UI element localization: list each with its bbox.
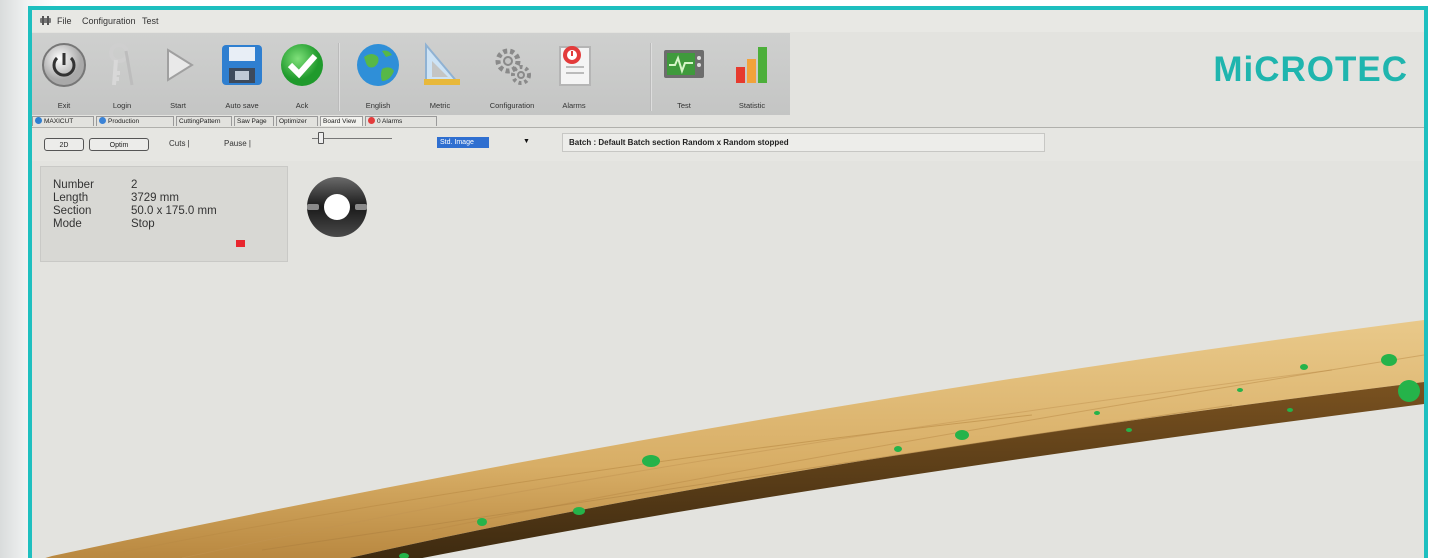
board-3d-view [45, 320, 1424, 558]
application-window: File Configuration Test Exit Login Start… [28, 6, 1428, 558]
board-top-surface [45, 320, 1424, 558]
